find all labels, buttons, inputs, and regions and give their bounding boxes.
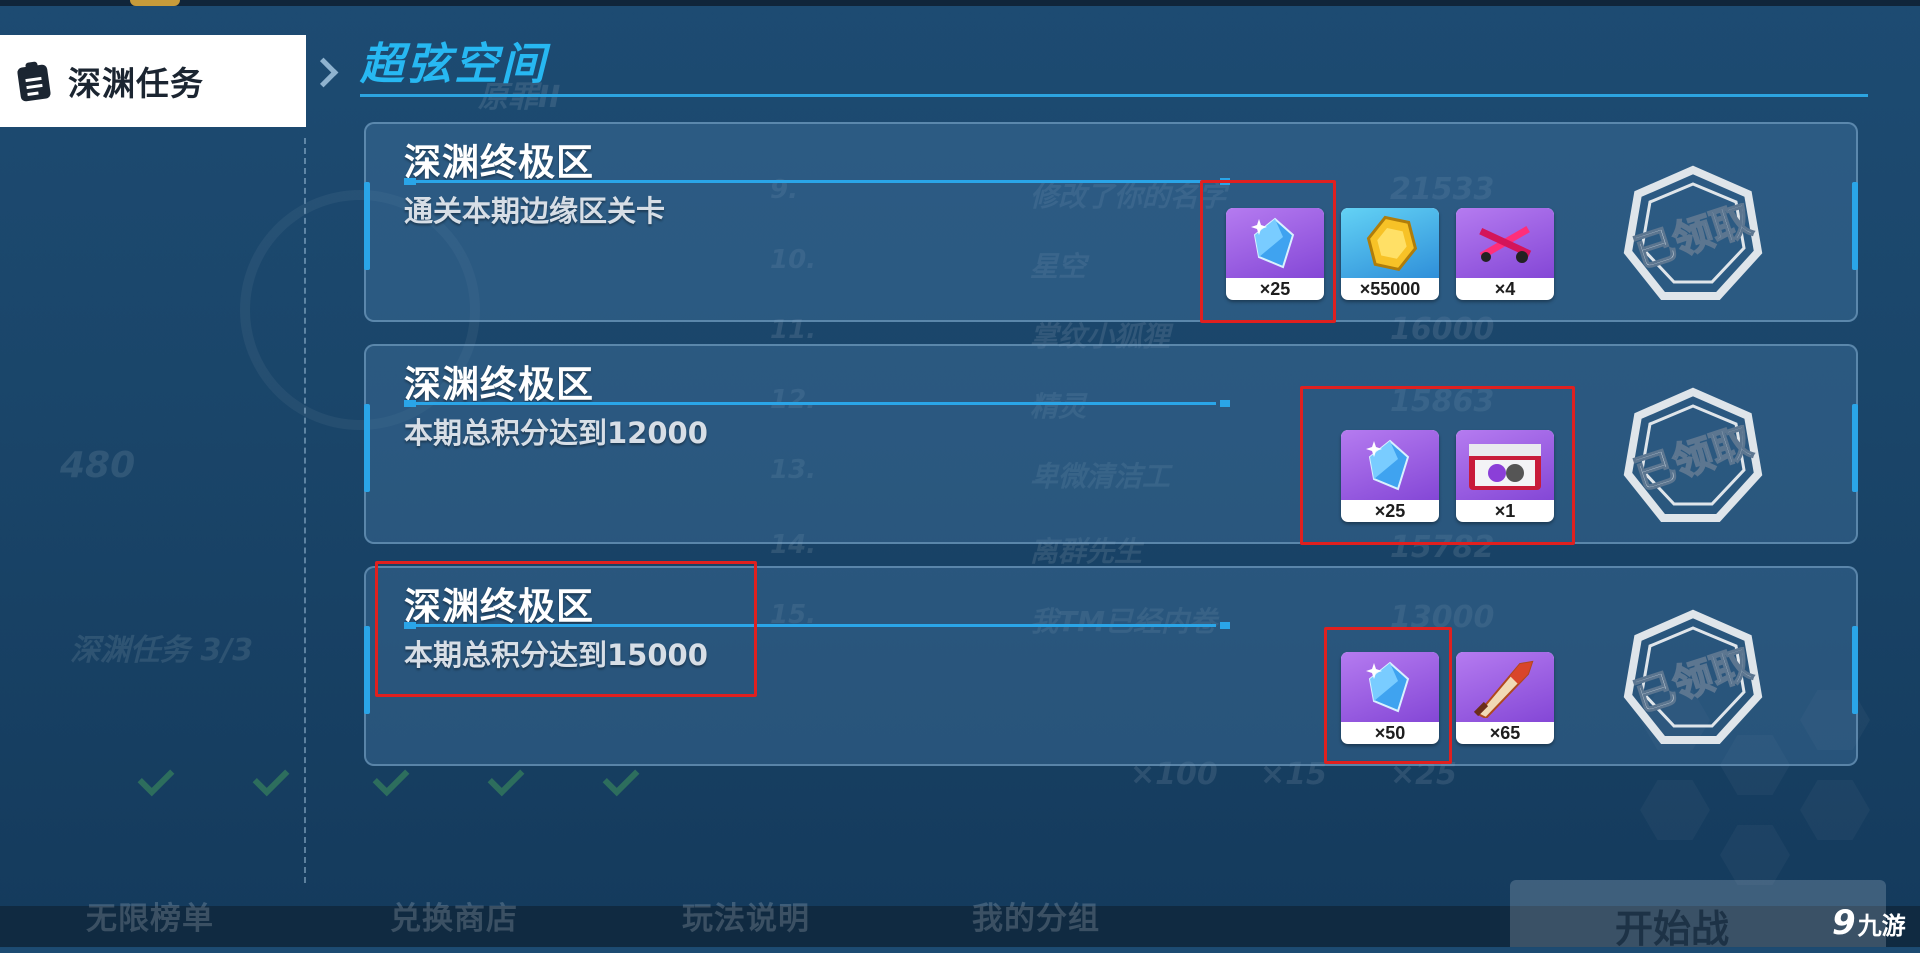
reward-qty: ×55000 <box>1359 279 1421 299</box>
start-battle-label: 开始战 <box>1615 907 1730 951</box>
reward-qty: ×4 <box>1494 279 1516 299</box>
card-accent <box>1852 626 1858 714</box>
mission-underline <box>404 178 1230 185</box>
bg-check-icon <box>252 759 290 797</box>
highlight-box <box>1324 627 1452 764</box>
coin-icon <box>1341 208 1439 278</box>
reward-item[interactable]: ×4 <box>1456 208 1554 300</box>
mission-card: 深渊终极区 本期总积分达到12000 ×25 ×1 已领取 <box>364 344 1858 544</box>
mission-name: 深渊终极区 <box>404 141 594 184</box>
weapon-fragment-icon <box>1456 208 1554 278</box>
card-accent <box>364 182 370 270</box>
clipboard-icon <box>17 61 51 102</box>
mission-desc: 通关本期边缘区关卡 <box>404 194 666 228</box>
watermark-number: 9 <box>1832 903 1856 943</box>
bg-hex <box>1800 780 1870 840</box>
bg-left-score: 480 <box>60 445 136 486</box>
mission-name: 深渊终极区 <box>404 363 594 406</box>
highlight-box <box>1300 386 1575 545</box>
highlight-box <box>375 561 757 697</box>
nav-tab-shop[interactable]: 兑换商店 <box>390 893 518 938</box>
mission-desc: 本期总积分达到12000 <box>404 416 708 450</box>
mission-card: 深渊终极区 通关本期边缘区关卡 ×25 ×55000 ×4 已领取 <box>364 122 1858 322</box>
claimed-stamp: 已领取 <box>1623 387 1763 522</box>
bg-hex <box>1720 825 1790 885</box>
divider <box>304 138 306 883</box>
chevron-right-icon <box>308 57 339 88</box>
card-accent <box>364 626 370 714</box>
highlight-box <box>1200 180 1336 323</box>
title-underline <box>360 94 1868 97</box>
card-accent <box>1852 182 1858 270</box>
top-edge-chip <box>130 0 180 6</box>
bg-left-task: 深渊任务 3/3 <box>70 633 254 668</box>
blade-fragment-icon <box>1456 652 1554 722</box>
mission-underline <box>404 400 1230 407</box>
page-title: 超弦空间 <box>360 39 548 90</box>
watermark-text: 九游 <box>1857 911 1906 940</box>
reward-qty: ×65 <box>1489 723 1521 743</box>
tab-abyss-tasks[interactable]: 深渊任务 <box>0 35 306 127</box>
claimed-stamp: 已领取 <box>1623 609 1763 744</box>
bg-hex <box>1640 780 1710 840</box>
watermark-logo: 9 九游 <box>1832 903 1906 943</box>
nav-tab-group[interactable]: 我的分组 <box>972 893 1100 938</box>
claimed-stamp: 已领取 <box>1623 165 1763 300</box>
card-accent <box>1852 404 1858 492</box>
card-accent <box>364 404 370 492</box>
nav-tab-guide[interactable]: 玩法说明 <box>682 893 810 938</box>
reward-item[interactable]: ×65 <box>1456 652 1554 744</box>
bg-check-icon <box>137 759 175 797</box>
top-edge <box>0 0 1920 6</box>
nav-tab-leaderboard[interactable]: 无限榜单 <box>86 893 214 938</box>
reward-item[interactable]: ×55000 <box>1341 208 1439 300</box>
tab-label: 深渊任务 <box>68 64 204 103</box>
